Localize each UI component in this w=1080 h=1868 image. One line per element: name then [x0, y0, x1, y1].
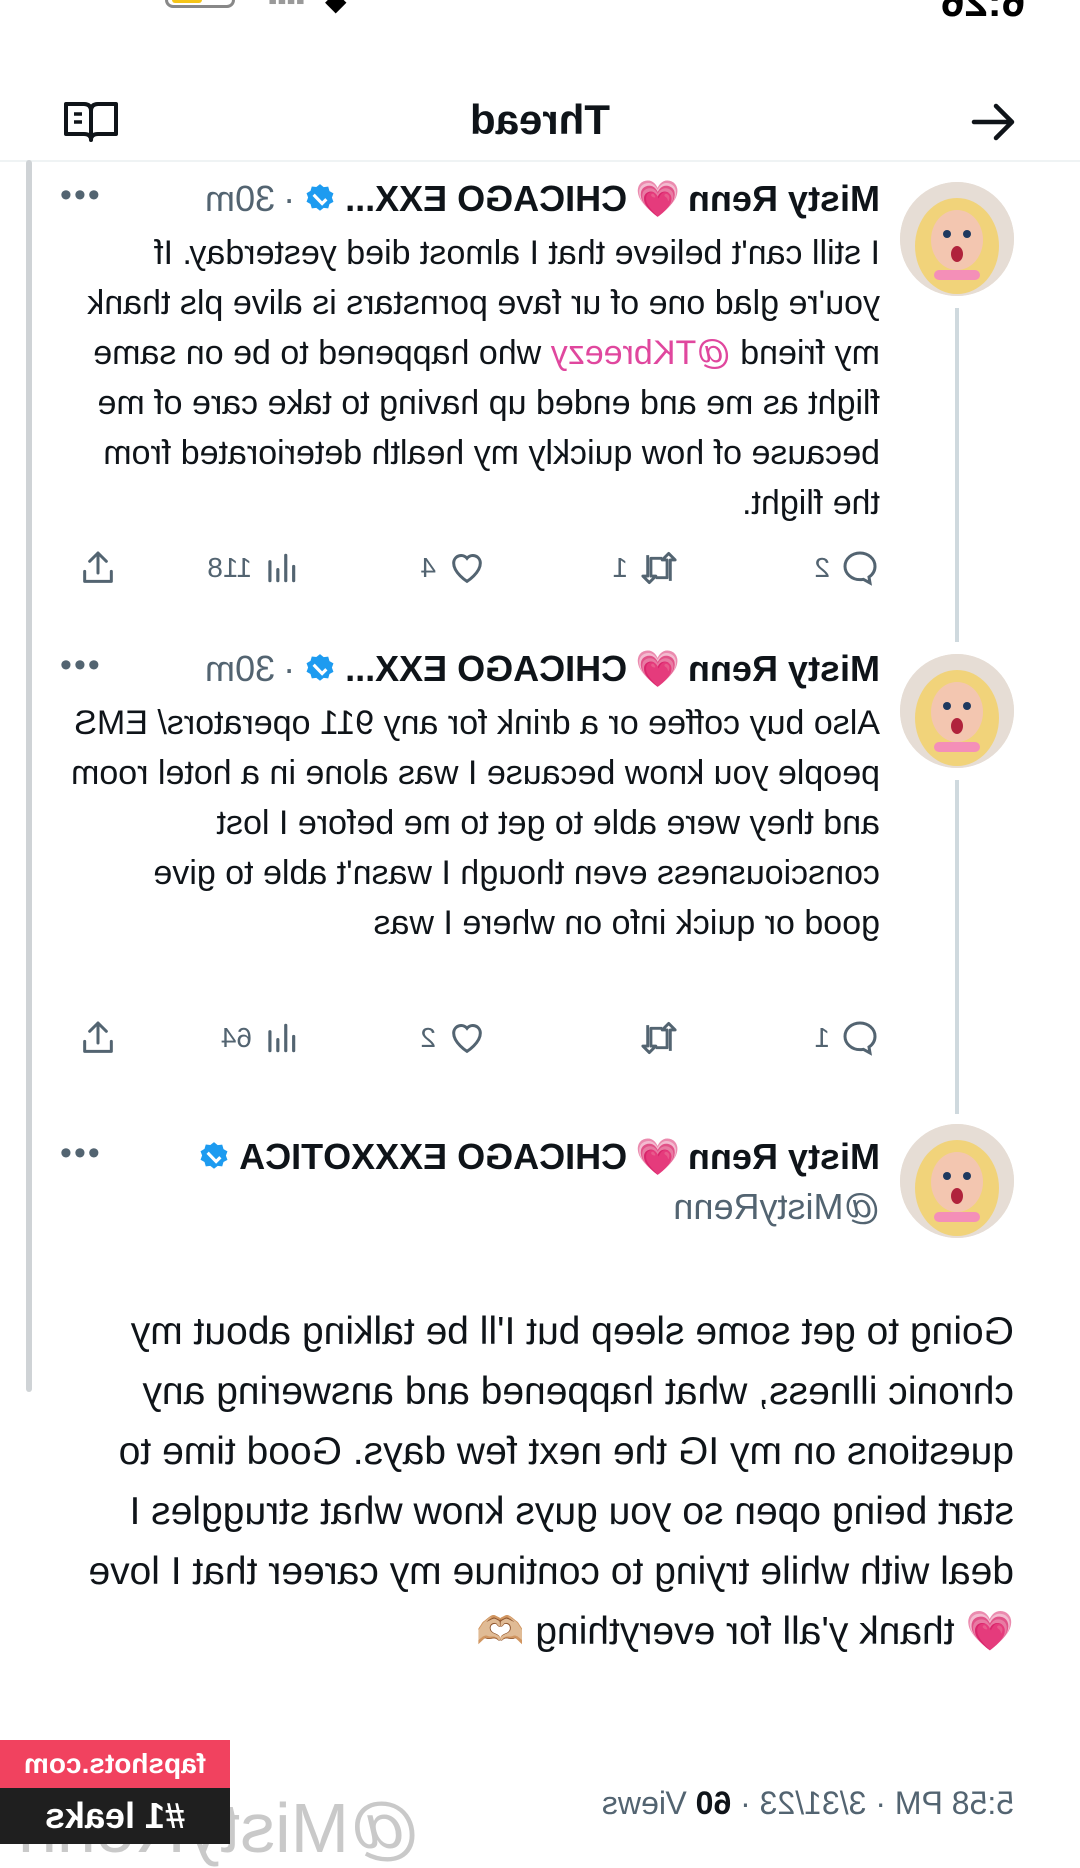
views-label: Views	[601, 1785, 687, 1821]
thread-header: Thread	[0, 40, 1080, 162]
like-count: 4	[420, 552, 436, 583]
reply-button[interactable]: 2	[814, 548, 880, 588]
heart-icon	[452, 554, 482, 584]
avatar[interactable]	[900, 182, 1014, 296]
tweet-actions: 2 1 4 118	[60, 548, 880, 592]
author-name-suffix: CHICAGO EXXXOTICA	[239, 1136, 628, 1177]
status-time: 6:26	[940, 0, 1025, 25]
repost-button[interactable]: 1	[612, 548, 680, 588]
like-button[interactable]: 2	[420, 1018, 488, 1058]
avatar[interactable]	[900, 1124, 1014, 1238]
thread-line	[955, 780, 959, 1114]
more-options-icon[interactable]: •••	[58, 1134, 100, 1173]
views-count: 64	[220, 1022, 252, 1053]
more-options-icon[interactable]: •••	[58, 646, 100, 685]
like-count: 2	[420, 1022, 436, 1053]
avatar[interactable]	[900, 654, 1014, 768]
author-name-suffix: CHICAGO EXX...	[345, 648, 628, 689]
share-icon	[83, 1021, 113, 1053]
tweet-header: Misty Renn 💗 CHICAGO EXXXOTICA	[197, 1132, 880, 1182]
separator-dot: ·	[283, 648, 296, 689]
like-button[interactable]: 4	[420, 548, 488, 588]
reply-icon	[843, 551, 877, 586]
repost-icon	[641, 1022, 677, 1054]
views-total: 60	[695, 1785, 732, 1821]
main-tweet-text: Going to get some sleep but I'll be talk…	[77, 1310, 1014, 1653]
verified-badge-icon	[306, 654, 334, 681]
status-bar: 6:26 ◆ ▪▪▪▪	[0, 0, 1080, 40]
wifi-icon: ◆	[325, 0, 347, 16]
heart-icon	[452, 1024, 482, 1054]
scroll-indicator	[26, 160, 32, 1392]
signal-icon: ▪▪▪▪	[268, 0, 305, 15]
author-name[interactable]: Misty Renn	[688, 1136, 880, 1178]
verified-badge-icon	[306, 184, 334, 211]
reply-button[interactable]: 1	[814, 1018, 880, 1058]
repost-icon	[641, 552, 677, 584]
thread-screen: 6:26 ◆ ▪▪▪▪ Thread Misty Renn 💗 CHICAGO …	[0, 0, 1080, 1867]
watermark-tagline: #1 leaks	[44, 1795, 186, 1836]
author-name-suffix: CHICAGO EXX...	[345, 178, 628, 219]
repost-button[interactable]	[628, 1018, 680, 1058]
share-icon	[83, 551, 113, 583]
views-bar-chart-icon	[268, 553, 296, 583]
tweet-text: Also buy coffee or a drink for any 911 o…	[61, 704, 880, 942]
mention-link[interactable]: @TKbreezy	[551, 334, 731, 372]
tweet-actions: 1 2 64	[60, 1018, 880, 1062]
reply-icon	[843, 1021, 877, 1056]
views-button[interactable]: 118	[207, 548, 300, 588]
views-button[interactable]: 64	[221, 1018, 300, 1058]
views-count: 118	[207, 552, 252, 583]
pink-heart-emoji: 💗	[635, 178, 680, 219]
reply-count: 2	[814, 552, 830, 583]
tweet-posted-time[interactable]: 5:58 PM	[895, 1785, 1014, 1821]
verified-badge-icon	[200, 1142, 228, 1169]
tweet-text: I still can't believe that I almost died…	[77, 234, 880, 522]
author-name[interactable]: Misty Renn	[688, 178, 880, 220]
handle-row: @MistyRenn	[673, 1182, 880, 1232]
watermark-badge: fapshots.com #1 leaks	[0, 1740, 230, 1844]
tweet-time[interactable]: 30m	[205, 648, 275, 690]
tweet-posted-date[interactable]: 3/31/23	[760, 1785, 867, 1821]
separator-dot: ·	[283, 178, 296, 219]
battery-icon	[165, 0, 235, 8]
tweet-time[interactable]: 30m	[205, 178, 275, 220]
more-options-icon[interactable]: •••	[58, 176, 100, 215]
pink-heart-emoji: 💗	[635, 1136, 680, 1177]
pink-heart-emoji: 💗	[635, 648, 680, 689]
share-button[interactable]	[78, 1018, 118, 1058]
watermark-site: fapshots.com	[0, 1740, 230, 1788]
reader-mode-icon[interactable]	[62, 98, 120, 149]
tweet-meta: 5:58 PM · 3/31/23 · 60 Views	[601, 1785, 1014, 1821]
share-button[interactable]	[78, 548, 118, 588]
thread-line	[955, 308, 959, 642]
page-title: Thread	[469, 96, 611, 143]
repost-count: 1	[612, 552, 628, 583]
tweet-header: Misty Renn 💗 CHICAGO EXX... · 30m	[205, 174, 880, 224]
views-bar-chart-icon	[268, 1023, 296, 1053]
author-name[interactable]: Misty Renn	[688, 648, 880, 690]
reply-count: 1	[814, 1022, 830, 1053]
tweet-header: Misty Renn 💗 CHICAGO EXX... · 30m	[205, 644, 880, 694]
author-handle[interactable]: @MistyRenn	[673, 1186, 880, 1228]
